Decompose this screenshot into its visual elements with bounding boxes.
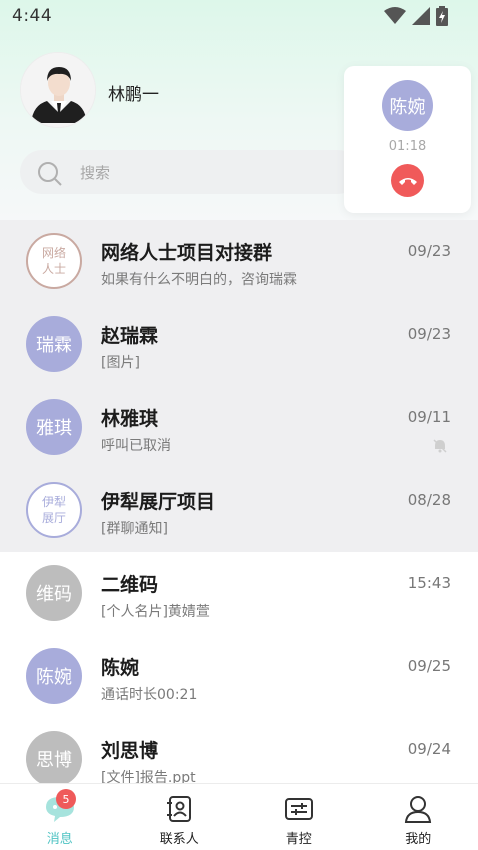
chat-avatar: 瑞霖 [26, 316, 82, 372]
signal-icon [412, 7, 430, 25]
chat-time: 09/23 [407, 325, 451, 343]
wifi-icon [384, 7, 406, 24]
chat-time: 09/23 [407, 242, 451, 260]
chat-avatar: 思博 [26, 731, 82, 787]
profile-icon [405, 796, 432, 823]
chat-preview: [图片] [101, 355, 140, 371]
nav-label-messages: 消息 [46, 832, 73, 847]
status-icons [384, 6, 448, 26]
chat-list: 网络 人士 网络人士项目对接群如果有什么不明白的，咨询瑞霖 09/23 瑞霖 赵瑞霖 [图… [0, 220, 478, 801]
chat-list-item[interactable]: 网络 人士 网络人士项目对接群如果有什么不明白的，咨询瑞霖 09/23 [0, 220, 478, 303]
chat-avatar: 维码 [26, 565, 82, 621]
status-bar: 4:44 [0, 0, 478, 32]
call-timer: 01:18 [388, 139, 427, 154]
chat-avatar: 网络 人士 [26, 233, 82, 289]
nav-label-me: 我的 [405, 832, 432, 847]
chat-preview: 呼叫已取消 [101, 438, 171, 454]
chat-avatar: 伊犁 展厅 [26, 482, 82, 538]
chat-avatar: 陈婉 [26, 648, 82, 704]
chat-preview: 如果有什么不明白的，咨询瑞霖 [101, 272, 297, 288]
unread-badge: 5 [56, 789, 76, 809]
mute-bell-icon [433, 439, 447, 453]
bottom-nav: 5 消息 联系人 青控 我的 [0, 783, 478, 850]
hangup-button[interactable] [391, 164, 424, 197]
search-input[interactable]: 搜索 [20, 150, 360, 194]
chat-avatar: 雅琪 [26, 399, 82, 455]
nav-me[interactable]: 我的 [359, 784, 478, 850]
call-floating-window[interactable]: 陈婉 01:18 [344, 66, 471, 213]
chat-name: 二维码 [101, 574, 159, 596]
search-placeholder: 搜索 [80, 164, 111, 182]
nav-messages[interactable]: 5 消息 [0, 784, 120, 850]
call-avatar: 陈婉 [382, 80, 433, 131]
chat-name: 陈婉 [101, 657, 140, 679]
chat-time: 09/25 [407, 657, 451, 675]
chat-list-item[interactable]: 雅琪 林雅琪呼叫已取消 09/11 [0, 386, 478, 469]
nav-control[interactable]: 青控 [239, 784, 359, 850]
user-name: 林鹏一 [108, 85, 159, 105]
chat-list-item[interactable]: 瑞霖 赵瑞霖 [图片] 09/23 [0, 303, 478, 386]
chat-time: 09/24 [407, 740, 451, 758]
status-time: 4:44 [12, 6, 53, 26]
chat-name: 赵瑞霖 [101, 325, 159, 347]
user-avatar-icon [21, 53, 95, 127]
chat-name: 网络人士项目对接群 [101, 242, 273, 264]
chat-preview: 通话时长00:21 [101, 687, 198, 703]
nav-label-control: 青控 [285, 832, 312, 847]
chat-time: 08/28 [407, 491, 451, 509]
nav-contacts[interactable]: 联系人 [120, 784, 240, 850]
chat-name: 刘思博 [101, 740, 159, 762]
chat-list-item[interactable]: 维码 二维码 [个人名片]黄婧萱 15:43 [0, 552, 478, 635]
chat-name: 伊犁展厅项目 [101, 491, 216, 513]
battery-icon [436, 6, 448, 26]
chat-time: 09/11 [407, 408, 451, 426]
nav-label-contacts: 联系人 [159, 832, 199, 847]
search-icon [38, 162, 62, 186]
contacts-icon [167, 796, 192, 822]
chat-list-item[interactable]: 陈婉 陈婉通话时长00:21 09/25 [0, 635, 478, 718]
chat-preview: [个人名片]黄婧萱 [101, 604, 210, 620]
chat-preview: [群聊通知] [101, 521, 168, 537]
control-icon [284, 798, 313, 820]
hangup-icon [398, 177, 417, 185]
avatar[interactable] [20, 52, 96, 128]
chat-list-item[interactable]: 伊犁 展厅 伊犁展厅项目 [群聊通知] 08/28 [0, 469, 478, 552]
chat-name: 林雅琪 [101, 408, 159, 430]
chat-time: 15:43 [407, 574, 451, 592]
